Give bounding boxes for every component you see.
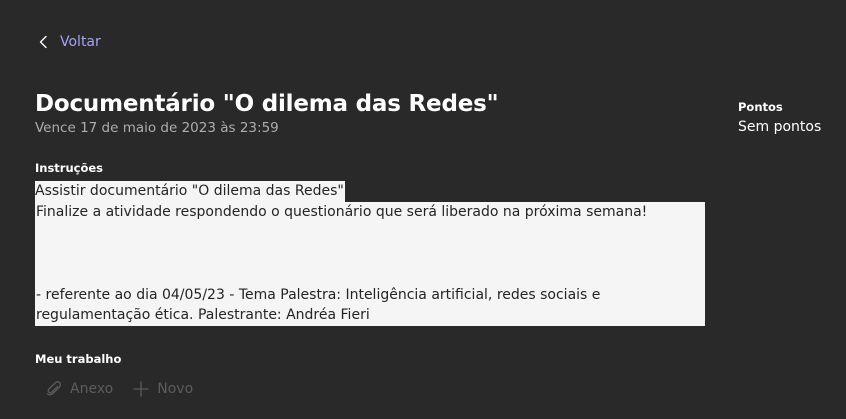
plus-icon xyxy=(133,381,149,397)
instructions-content: Assistir documentário "O dilema das Rede… xyxy=(35,181,705,327)
instructions-spacer xyxy=(36,223,705,285)
chevron-left-icon xyxy=(38,35,50,49)
instructions-line: - referente ao dia 04/05/23 - Tema Pales… xyxy=(36,286,601,324)
back-button[interactable]: Voltar xyxy=(38,31,101,53)
assignment-title: Documentário "O dilema das Redes" xyxy=(35,91,499,117)
due-date: Vence 17 de maio de 2023 às 23:59 xyxy=(35,120,279,136)
new-button[interactable]: Novo xyxy=(133,378,193,400)
back-label: Voltar xyxy=(60,34,101,50)
new-label: Novo xyxy=(157,381,194,397)
paperclip-icon xyxy=(46,380,62,398)
assignment-page: Voltar Documentário "O dilema das Redes"… xyxy=(0,0,846,419)
my-work-label: Meu trabalho xyxy=(35,352,122,366)
my-work-actions: Anexo Novo xyxy=(46,378,193,400)
instructions-label: Instruções xyxy=(35,161,104,175)
instructions-line: Assistir documentário "O dilema das Rede… xyxy=(35,181,345,202)
points-value: Sem pontos xyxy=(738,119,822,135)
attach-button[interactable]: Anexo xyxy=(46,378,113,400)
attach-label: Anexo xyxy=(70,381,114,397)
instructions-line: Finalize a atividade respondendo o quest… xyxy=(36,203,648,220)
points-label: Pontos xyxy=(738,100,783,114)
instructions-block: Finalize a atividade respondendo o quest… xyxy=(35,201,705,327)
